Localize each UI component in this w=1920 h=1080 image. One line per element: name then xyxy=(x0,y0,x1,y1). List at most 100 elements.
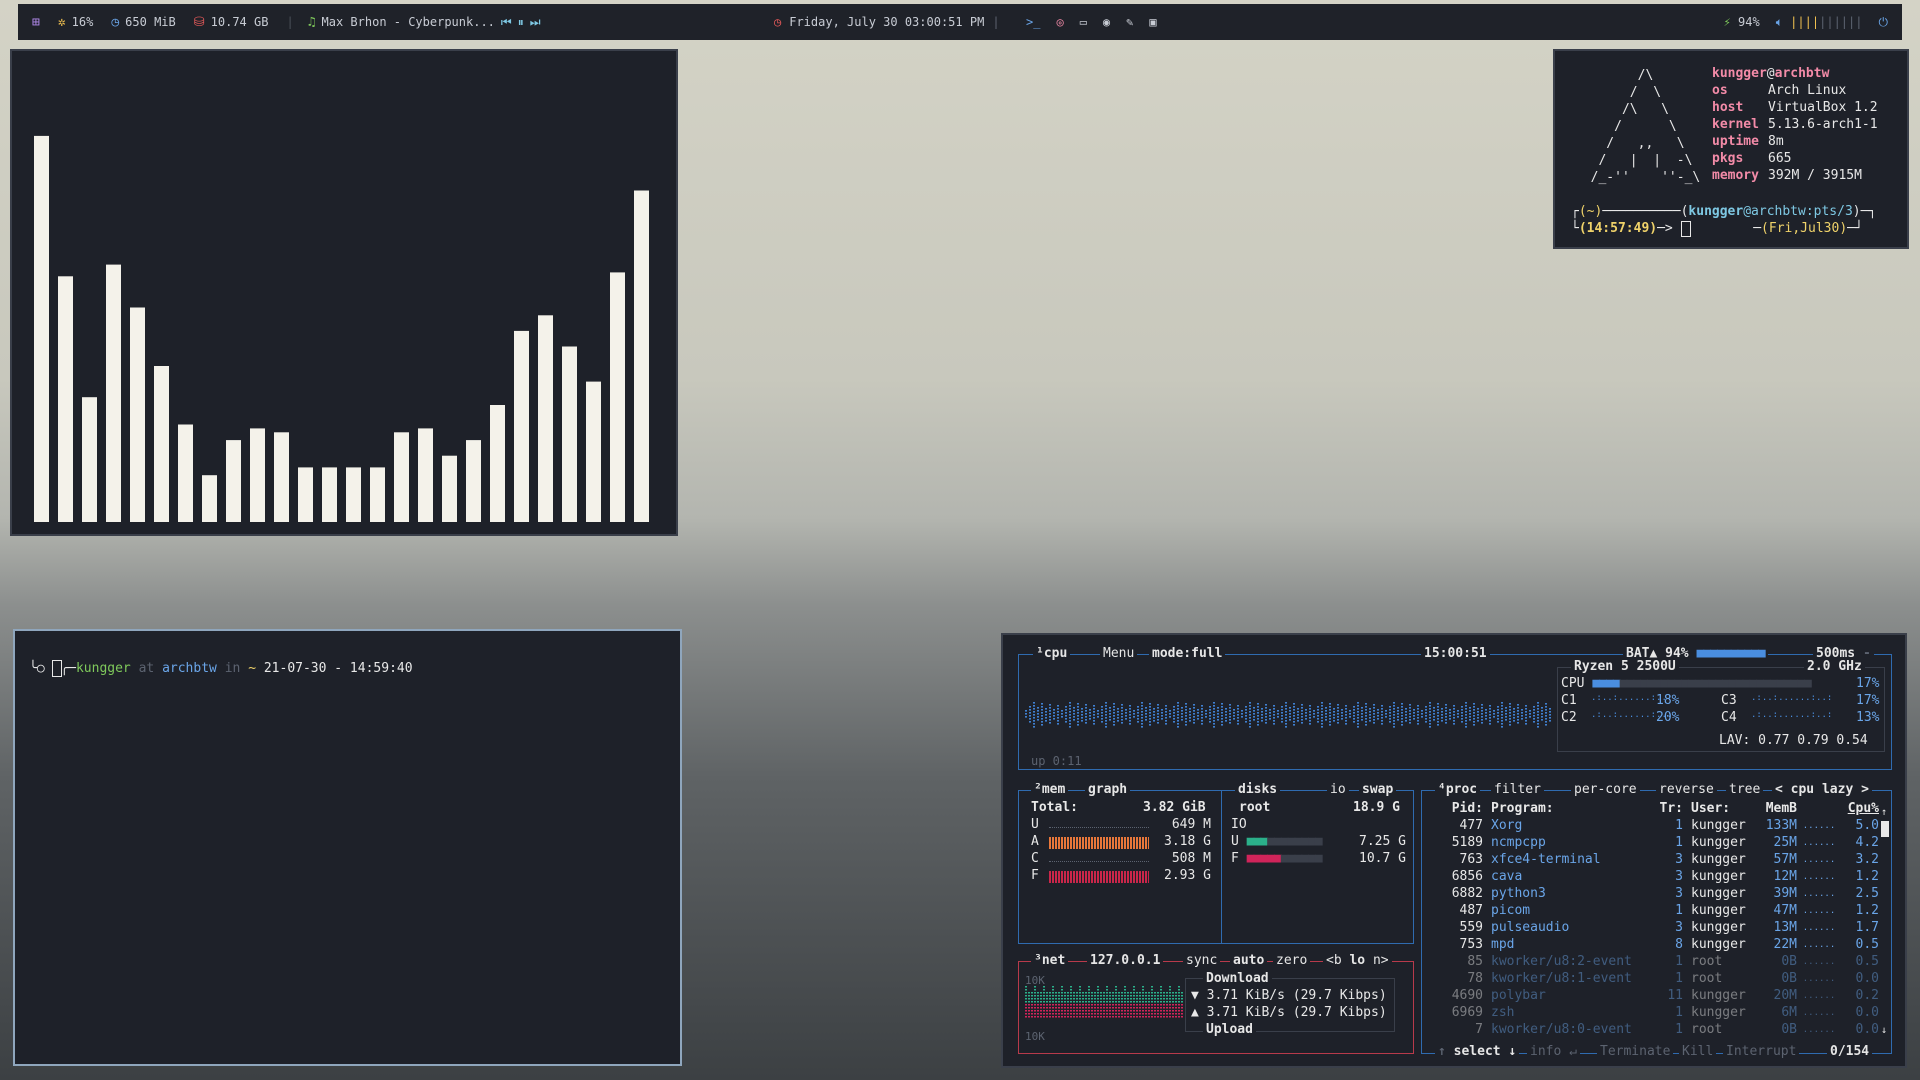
filter-button[interactable]: filter xyxy=(1491,782,1544,797)
table-row[interactable]: 6856 cava 3 kungger 12M...... 1.2 xyxy=(1431,868,1879,885)
previous-icon[interactable]: ⏮ xyxy=(501,15,512,30)
table-row[interactable]: 763 xfce4-terminal 3 kungger 57M...... 3.2 xyxy=(1431,851,1879,868)
terminal-window[interactable]: ╭─kungger at archbtw in ~ 21-07-30 - 14:… xyxy=(13,629,682,1066)
table-row[interactable]: 85 kworker/u8:2-event 1 root 0B...... 0.5 xyxy=(1431,953,1879,970)
volume-bar[interactable]: |||||||||| xyxy=(1790,15,1862,29)
cpu-graph-dot xyxy=(1421,716,1423,718)
mem-box-title[interactable]: ²mem xyxy=(1031,782,1069,797)
workspaces-button[interactable]: ⊞ xyxy=(32,15,40,30)
net-box-title[interactable]: ³net xyxy=(1031,953,1069,968)
cpu-graph-dot xyxy=(1209,712,1211,714)
neofetch-window[interactable]: /\ / \ /\ \ / \ / ,, \ / | | -\ /_-'' ''… xyxy=(1553,49,1909,249)
proc-scrollbar[interactable]: ↑ ↓ xyxy=(1881,807,1889,1037)
threads-header[interactable]: Tr: xyxy=(1653,800,1683,817)
cpu-graph-dot xyxy=(1385,710,1387,712)
disk-io-label: IO xyxy=(1231,817,1247,832)
proc-box-title[interactable]: ⁴proc xyxy=(1435,782,1481,797)
cava-visualizer-window[interactable] xyxy=(10,49,678,536)
cpu-graph-dot xyxy=(1149,721,1151,723)
table-row[interactable]: 6969 zsh 1 kungger 6M...... 0.0 xyxy=(1431,1004,1879,1021)
input-line[interactable]: ╰○ xyxy=(29,660,63,677)
io-toggle[interactable]: io xyxy=(1327,782,1349,797)
net-download-dot xyxy=(1085,998,1087,1000)
volume-module[interactable]: 🔈︎ |||||||||| xyxy=(1776,15,1863,30)
user-header[interactable]: User: xyxy=(1691,800,1751,817)
interrupt-button[interactable]: Interrupt xyxy=(1723,1044,1800,1059)
music-module[interactable]: ♫ Max Brhon - Cyberpunk... ⏮ ⏸ ⏭ xyxy=(308,15,541,30)
sync-toggle[interactable]: sync xyxy=(1183,953,1221,968)
cpu-graph-dot xyxy=(1129,705,1131,707)
cpu-graph-dot xyxy=(1245,709,1247,711)
table-row[interactable]: 753 mpd 8 kungger 22M...... 0.5 xyxy=(1431,936,1879,953)
net-download-dot xyxy=(1076,992,1078,994)
edit-icon[interactable]: ✎ xyxy=(1126,15,1133,29)
select-button[interactable]: ↑ select ↓ xyxy=(1435,1044,1520,1059)
github-icon[interactable]: ◉ xyxy=(1103,15,1110,29)
clock-module[interactable]: ◷ Friday, July 30 03:00:51 PM | xyxy=(774,15,1000,29)
net-download-dot xyxy=(1175,995,1177,997)
next-icon[interactable]: ⏭ xyxy=(530,15,541,30)
program-header[interactable]: Program: xyxy=(1491,800,1653,817)
cpu-graph-dot xyxy=(1317,721,1319,723)
power-icon[interactable]: ⏻ xyxy=(1879,15,1889,30)
cpu-graph-dot xyxy=(1237,723,1239,725)
sort-selector[interactable]: < cpu lazy > xyxy=(1772,782,1872,797)
prev-interface[interactable]: <b lo n> xyxy=(1323,953,1392,968)
cpu-graph-dot xyxy=(1093,711,1095,713)
cpu-graph-dot xyxy=(1137,709,1139,711)
swap-toggle[interactable]: swap xyxy=(1359,782,1397,797)
kill-button[interactable]: Kill xyxy=(1679,1044,1717,1059)
monitor-icon[interactable]: ▣ xyxy=(1149,15,1156,29)
info-button[interactable]: info ↵ xyxy=(1527,1044,1580,1059)
table-row[interactable]: 78 kworker/u8:1-event 1 root 0B...... 0.0 xyxy=(1431,970,1879,987)
net-upload-dot xyxy=(1112,1007,1114,1009)
tree-toggle[interactable]: tree xyxy=(1726,782,1764,797)
cpu-graph-dot xyxy=(1385,716,1387,718)
table-row[interactable]: 7 kworker/u8:0-event 1 root 0B...... 0.0 xyxy=(1431,1021,1879,1038)
cpu-graph-dot xyxy=(1489,708,1491,710)
net-upload-dot xyxy=(1160,1013,1162,1015)
reverse-toggle[interactable]: reverse xyxy=(1656,782,1717,797)
cpu-graph-dot xyxy=(1069,717,1071,719)
cpu-graph-dot xyxy=(1325,710,1327,712)
pause-icon[interactable]: ⏸ xyxy=(518,15,524,30)
cell-program: xfce4-terminal xyxy=(1491,852,1601,867)
net-upload-dot xyxy=(1070,1016,1072,1018)
cpu-graph-dot xyxy=(1369,714,1371,716)
cpu-graph-dot xyxy=(1393,714,1395,716)
cpu-header[interactable]: Cpu% xyxy=(1841,800,1879,817)
mem-header[interactable]: MemB xyxy=(1751,800,1797,817)
table-row[interactable]: 5189 ncmpcpp 1 kungger 25M...... 4.2 xyxy=(1431,834,1879,851)
net-download-dot xyxy=(1121,1001,1123,1003)
table-row[interactable]: 477 Xorg 1 kungger 133M...... 5.0 xyxy=(1431,817,1879,834)
net-upload-dot xyxy=(1100,1007,1102,1009)
browser-icon[interactable]: ◎ xyxy=(1056,15,1063,29)
net-download-dot xyxy=(1139,992,1141,994)
auto-toggle[interactable]: auto xyxy=(1230,953,1268,968)
per-core-toggle[interactable]: per-core xyxy=(1571,782,1640,797)
terminate-button[interactable]: Terminate xyxy=(1597,1044,1674,1059)
disk-size: 18.9 G xyxy=(1353,800,1400,815)
terminal-icon[interactable]: >_ xyxy=(1026,15,1040,29)
disk-used-row: U ■■■■■■■■■■■ xyxy=(1231,834,1323,849)
menu-button[interactable]: Menu xyxy=(1100,646,1138,661)
folder-icon[interactable]: ▭ xyxy=(1080,15,1087,29)
mode-button[interactable]: mode:full xyxy=(1149,646,1226,661)
net-upload-dot xyxy=(1028,1016,1030,1018)
btop-window[interactable]: ¹cpu Menu mode:full 15:00:51 BAT▲ 94% ■■… xyxy=(1001,633,1907,1068)
table-row[interactable]: 4690 polybar 11 kungger 20M...... 0.2 xyxy=(1431,987,1879,1004)
table-row[interactable]: 6882 python3 3 kungger 39M...... 2.5 xyxy=(1431,885,1879,902)
net-upload-dot xyxy=(1028,1004,1030,1006)
cpu-box-title[interactable]: ¹cpu xyxy=(1033,646,1071,661)
disks-title[interactable]: disks xyxy=(1235,782,1281,797)
cpu-graph-dot xyxy=(1153,714,1155,716)
table-row[interactable]: 487 picom 1 kungger 47M...... 1.2 xyxy=(1431,902,1879,919)
cpu-graph-dot xyxy=(1113,715,1115,717)
zero-toggle[interactable]: zero xyxy=(1273,953,1311,968)
cpu-graph-dot xyxy=(1173,715,1175,717)
cpu-graph-dot xyxy=(1441,711,1443,713)
cpu-graph-dot xyxy=(1205,716,1207,718)
pid-header[interactable]: Pid: xyxy=(1431,800,1483,817)
table-row[interactable]: 559 pulseaudio 3 kungger 13M...... 1.7 xyxy=(1431,919,1879,936)
graph-toggle[interactable]: graph xyxy=(1085,782,1131,797)
